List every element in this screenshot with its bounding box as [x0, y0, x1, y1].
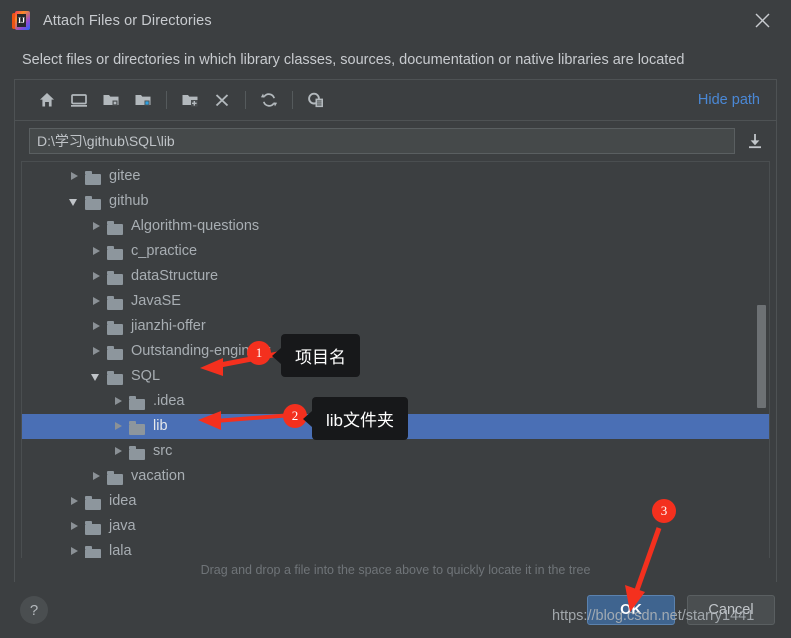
- folder-icon: [105, 364, 127, 389]
- chevron-right-icon[interactable]: [88, 289, 105, 314]
- content-frame: Hide path D:\学习\github\SQL\lib gitee gith…: [14, 79, 777, 582]
- folder-icon: [105, 464, 127, 489]
- tree-row-label: Outstanding-engineer: [131, 343, 271, 359]
- chevron-right-icon[interactable]: [88, 464, 105, 489]
- project-folder-icon[interactable]: [95, 86, 127, 114]
- chevron-right-icon[interactable]: [110, 414, 127, 439]
- ok-button[interactable]: OK: [587, 595, 675, 625]
- tree-row-label: src: [153, 443, 173, 459]
- directory-tree-panel[interactable]: gitee github Algorithm-questions c_practice…: [21, 161, 770, 558]
- hide-path-link[interactable]: Hide path: [698, 92, 766, 108]
- tree-row[interactable]: gitee: [22, 164, 769, 189]
- download-arrow-icon[interactable]: [744, 129, 766, 153]
- tree-row-label: jianzhi-offer: [131, 318, 206, 334]
- cancel-button[interactable]: Cancel: [687, 595, 775, 625]
- chevron-right-icon[interactable]: [66, 164, 83, 189]
- refresh-icon[interactable]: [253, 86, 285, 114]
- tree-row-label: idea: [109, 493, 137, 509]
- chevron-right-icon[interactable]: [88, 339, 105, 364]
- tree-row[interactable]: jianzhi-offer: [22, 314, 769, 339]
- tree-row-label: java: [109, 518, 136, 534]
- module-folder-icon[interactable]: [127, 86, 159, 114]
- chevron-right-icon[interactable]: [88, 314, 105, 339]
- scrollbar-thumb[interactable]: [757, 305, 766, 408]
- window-title: Attach Files or Directories: [43, 12, 212, 29]
- title-bar: IJ Attach Files or Directories: [0, 0, 791, 41]
- folder-icon: [83, 539, 105, 558]
- tree-row-label: vacation: [131, 468, 186, 484]
- drag-drop-hint-row: Drag and drop a file into the space abov…: [15, 558, 776, 582]
- tree-row[interactable]: lala: [22, 539, 769, 558]
- tree-row[interactable]: dataStructure: [22, 264, 769, 289]
- vertical-scrollbar[interactable]: [757, 162, 766, 558]
- tree-row[interactable]: Outstanding-engineer: [22, 339, 769, 364]
- folder-icon: [105, 264, 127, 289]
- tree-row-label: lib: [153, 418, 168, 434]
- tree-row-label: Algorithm-questions: [131, 218, 260, 234]
- folder-icon: [105, 314, 127, 339]
- folder-icon: [127, 414, 149, 439]
- tree-row-label: github: [109, 193, 149, 209]
- intellij-idea-icon: IJ: [10, 10, 32, 32]
- tree-row[interactable]: SQL: [22, 364, 769, 389]
- chevron-right-icon[interactable]: [88, 264, 105, 289]
- chevron-right-icon[interactable]: [66, 489, 83, 514]
- folder-icon: [83, 514, 105, 539]
- folder-icon: [105, 289, 127, 314]
- tree-row[interactable]: idea: [22, 489, 769, 514]
- folder-icon: [105, 214, 127, 239]
- toolbar-separator: [166, 91, 167, 109]
- tree-row-label: SQL: [131, 368, 161, 384]
- path-row: D:\学习\github\SQL\lib: [15, 121, 776, 161]
- folder-icon: [105, 239, 127, 264]
- directory-tree[interactable]: gitee github Algorithm-questions c_practice…: [22, 162, 769, 558]
- tree-row-label: gitee: [109, 168, 141, 184]
- dialog-subtitle-row: Select files or directories in which lib…: [0, 41, 791, 79]
- path-input[interactable]: D:\学习\github\SQL\lib: [29, 128, 735, 154]
- folder-icon: [83, 189, 105, 214]
- dialog-subtitle: Select files or directories in which lib…: [22, 52, 685, 68]
- new-folder-icon[interactable]: [174, 86, 206, 114]
- chevron-down-icon[interactable]: [66, 189, 83, 214]
- tree-row[interactable]: c_practice: [22, 239, 769, 264]
- tree-row[interactable]: github: [22, 189, 769, 214]
- chevron-right-icon[interactable]: [88, 214, 105, 239]
- toolbar-separator: [245, 91, 246, 109]
- tree-row-label: c_practice: [131, 243, 198, 259]
- tree-row-label: dataStructure: [131, 268, 219, 284]
- folder-icon: [127, 439, 149, 464]
- folder-icon: [83, 164, 105, 189]
- desktop-icon[interactable]: [63, 86, 95, 114]
- tree-row[interactable]: java: [22, 514, 769, 539]
- chevron-down-icon[interactable]: [88, 364, 105, 389]
- delete-icon[interactable]: [206, 86, 238, 114]
- tree-row-label: JavaSE: [131, 293, 181, 309]
- chevron-right-icon[interactable]: [88, 239, 105, 264]
- toolbar-separator: [292, 91, 293, 109]
- dialog-footer: ? OK Cancel: [0, 582, 791, 638]
- help-button[interactable]: ?: [20, 596, 48, 624]
- close-icon[interactable]: [747, 6, 777, 36]
- folder-icon: [105, 339, 127, 364]
- tree-row[interactable]: src: [22, 439, 769, 464]
- tree-row[interactable]: JavaSE: [22, 289, 769, 314]
- chevron-right-icon[interactable]: [110, 439, 127, 464]
- tree-row[interactable]: .idea: [22, 389, 769, 414]
- chevron-right-icon[interactable]: [66, 539, 83, 558]
- drag-drop-hint: Drag and drop a file into the space abov…: [200, 563, 591, 577]
- tree-row[interactable]: vacation: [22, 464, 769, 489]
- tree-row[interactable]: Algorithm-questions: [22, 214, 769, 239]
- tree-row-label: lala: [109, 543, 132, 558]
- chevron-right-icon[interactable]: [66, 514, 83, 539]
- show-hidden-files-icon[interactable]: [300, 86, 332, 114]
- tree-row[interactable]: lib: [22, 414, 769, 439]
- dialog-action-buttons: OK Cancel: [587, 595, 775, 625]
- tree-row-label: .idea: [153, 393, 185, 409]
- home-icon[interactable]: [31, 86, 63, 114]
- folder-icon: [127, 389, 149, 414]
- folder-icon: [83, 489, 105, 514]
- chevron-right-icon[interactable]: [110, 389, 127, 414]
- file-chooser-toolbar: Hide path: [15, 80, 776, 121]
- attach-files-dialog: IJ Attach Files or Directories Select fi…: [0, 0, 791, 638]
